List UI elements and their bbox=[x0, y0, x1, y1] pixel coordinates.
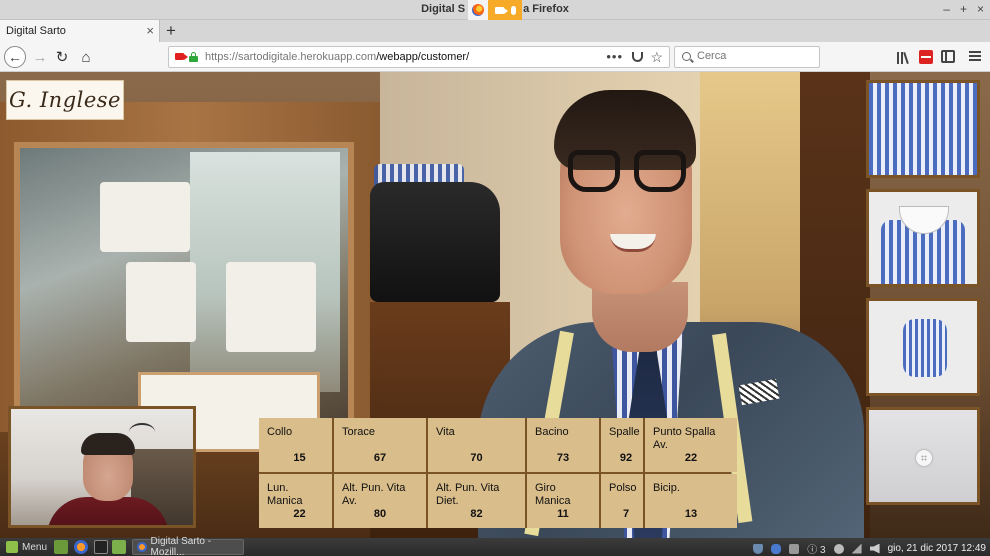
nav-toolbar: ← → ↻ ⌂ https://sartodigitale.herokuapp.… bbox=[0, 42, 990, 72]
measurement-cell: Giro Manica 11 bbox=[527, 474, 599, 528]
start-menu-button[interactable]: Menu bbox=[2, 539, 51, 555]
dropbox-icon[interactable] bbox=[789, 543, 800, 554]
tab-title: Digital Sarto bbox=[6, 25, 66, 37]
measurement-cell: Vita 70 bbox=[428, 418, 525, 472]
tab-strip: Digital Sarto × + bbox=[0, 20, 990, 42]
thumbnail-fabric[interactable] bbox=[866, 80, 980, 178]
minimize-button[interactable]: – bbox=[943, 2, 950, 16]
thumbnail-cuff[interactable] bbox=[866, 298, 980, 396]
thumbnail-button[interactable] bbox=[866, 407, 980, 505]
search-icon bbox=[682, 52, 691, 61]
home-icon: ⌂ bbox=[81, 48, 91, 66]
window-titlebar: Digital Sa Firefox – + × bbox=[0, 0, 990, 20]
measurement-cell: Bacino 73 bbox=[527, 418, 599, 472]
reload-icon: ↻ bbox=[55, 49, 69, 66]
extension-icon[interactable] bbox=[919, 50, 933, 64]
measurement-cell: Torace 67 bbox=[334, 418, 426, 472]
measurement-cell: Collo 15 bbox=[259, 418, 332, 472]
taskbar-window-firefox[interactable]: Digital Sarto - Mozill... bbox=[132, 536, 244, 556]
clock[interactable]: gio, 21 dic 2017 12:49 bbox=[888, 543, 986, 554]
measurement-cell: Punto Spalla Av. 22 bbox=[645, 418, 737, 472]
user-icon[interactable] bbox=[833, 543, 844, 554]
home-button[interactable]: ⌂ bbox=[76, 47, 96, 67]
page-content: G. Inglese Collo 15 Torace 67 Vita 70 Bacin… bbox=[0, 72, 990, 538]
shield-icon[interactable] bbox=[753, 543, 764, 554]
search-input[interactable] bbox=[697, 50, 815, 62]
search-bar[interactable] bbox=[674, 46, 820, 68]
measurement-cell: Bicip. 13 bbox=[645, 474, 737, 528]
sidebar-icon[interactable] bbox=[941, 50, 955, 63]
firefox-launcher-icon[interactable] bbox=[74, 540, 88, 554]
measurement-cell: Alt. Pun. Vita Av. 80 bbox=[334, 474, 426, 528]
url-text: https://sartodigitale.herokuapp.com/weba… bbox=[205, 51, 470, 63]
arrow-right-icon: → bbox=[32, 48, 48, 66]
brand-logo[interactable]: G. Inglese bbox=[6, 80, 124, 120]
lamp-icon bbox=[129, 423, 155, 441]
system-tray: ⓘ 3 gio, 21 dic 2017 12:49 bbox=[753, 541, 986, 556]
reload-button[interactable]: ↻ bbox=[52, 47, 72, 67]
mint-logo-icon bbox=[6, 541, 18, 553]
bookmark-star-icon[interactable]: ☆ bbox=[650, 49, 663, 66]
tab-digital-sarto[interactable]: Digital Sarto × bbox=[0, 20, 160, 42]
lock-icon[interactable] bbox=[189, 52, 198, 62]
file-manager-icon[interactable] bbox=[112, 540, 126, 554]
volume-icon[interactable] bbox=[869, 543, 880, 554]
sharing-indicator[interactable] bbox=[468, 0, 522, 20]
page-actions-icon[interactable]: ••• bbox=[606, 49, 623, 64]
pocket-icon[interactable] bbox=[632, 52, 643, 62]
url-bar[interactable]: https://sartodigitale.herokuapp.com/weba… bbox=[168, 46, 670, 68]
firefox-icon bbox=[137, 542, 147, 552]
folded-shirt bbox=[126, 262, 196, 342]
thumbnail-collar[interactable] bbox=[866, 189, 980, 287]
webcam-preview[interactable] bbox=[8, 406, 196, 528]
microphone-icon bbox=[510, 5, 516, 15]
back-button[interactable]: ← bbox=[4, 46, 26, 68]
folded-shirt bbox=[226, 262, 316, 352]
network-icon[interactable] bbox=[851, 543, 862, 554]
maximize-button[interactable]: + bbox=[960, 2, 967, 16]
firefox-icon bbox=[468, 0, 488, 20]
measurements-table: Collo 15 Torace 67 Vita 70 Bacino 73 Spalle 9… bbox=[259, 418, 737, 528]
sewing-machine bbox=[370, 182, 500, 302]
show-desktop-icon[interactable] bbox=[54, 540, 68, 554]
terminal-icon[interactable] bbox=[94, 540, 108, 554]
library-icon[interactable] bbox=[896, 49, 912, 65]
camera-icon bbox=[494, 6, 508, 14]
measurement-cell: Spalle 92 bbox=[601, 418, 643, 472]
camera-permission-icon[interactable] bbox=[175, 53, 188, 60]
os-taskbar: Menu Digital Sarto - Mozill... ⓘ 3 gio, … bbox=[0, 536, 990, 556]
tailor-glasses bbox=[568, 150, 686, 194]
forward-button[interactable]: → bbox=[30, 47, 50, 67]
measurement-cell: Polso 7 bbox=[601, 474, 643, 528]
new-tab-button[interactable]: + bbox=[166, 21, 176, 41]
measurement-cell: Alt. Pun. Vita Diet. 82 bbox=[428, 474, 525, 528]
shirt-button-icon bbox=[916, 450, 932, 466]
measurement-cell: Lun. Manica 22 bbox=[259, 474, 332, 528]
arrow-left-icon: ← bbox=[8, 49, 22, 65]
hamburger-menu-icon[interactable] bbox=[969, 51, 981, 61]
close-window-button[interactable]: × bbox=[977, 2, 984, 16]
bluetooth-icon[interactable] bbox=[771, 543, 782, 554]
close-tab-icon[interactable]: × bbox=[146, 23, 154, 38]
update-icon[interactable]: ⓘ 3 bbox=[807, 541, 825, 556]
folded-shirt bbox=[100, 182, 190, 252]
